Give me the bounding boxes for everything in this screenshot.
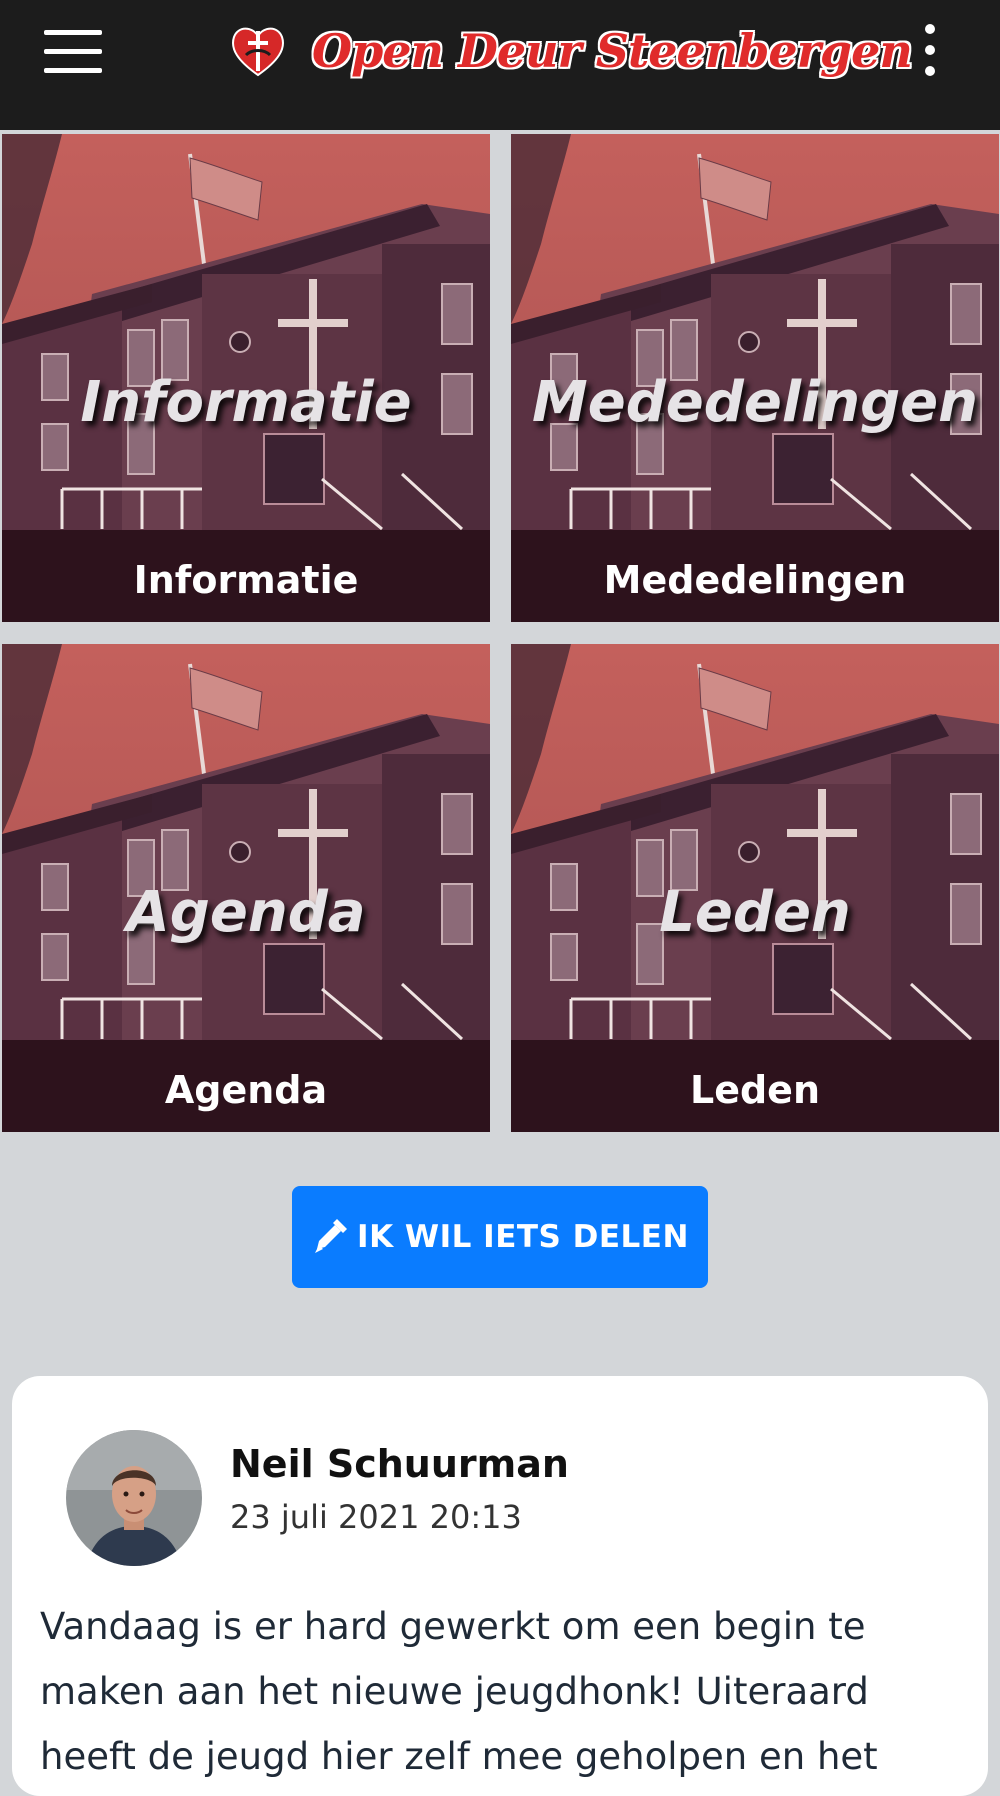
tile-image-title: Agenda [126,880,366,945]
vertical-dots-icon[interactable] [920,22,940,78]
pen-icon [315,1219,348,1253]
post-author[interactable]: Neil Schuurman [230,1442,569,1486]
top-app-bar: Open Deur Steenbergen [0,0,1000,130]
brand[interactable]: Open Deur Steenbergen [228,18,913,84]
heart-cross-logo [232,27,284,77]
tile-image-title: Informatie [80,370,412,435]
post-body: Vandaag is er hard gewerkt om een begin … [40,1605,878,1778]
share-button[interactable]: IK WIL IETS DELEN [292,1186,708,1288]
tile-mededelingen[interactable]: Mededelingen Mededelingen [511,134,999,622]
tile-caption: Leden [689,1068,820,1112]
tile-caption: Mededelingen [603,558,907,602]
tile-caption: Agenda [164,1068,328,1112]
tile-image-title: Mededelingen [531,370,979,435]
post-card: Neil Schuurman 23 juli 2021 20:13 Vandaa… [12,1376,988,1796]
app-title: Open Deur Steenbergen [312,24,913,78]
hamburger-menu-icon[interactable] [44,30,102,74]
tile-image-title: Leden [659,880,851,945]
tile-agenda[interactable]: Agenda Agenda [2,644,490,1132]
share-button-label: IK WIL IETS DELEN [357,1219,689,1255]
post-timestamp: 23 juli 2021 20:13 [230,1498,522,1536]
tile-caption: Informatie [133,558,359,602]
avatar[interactable] [66,1430,202,1566]
tile-informatie[interactable]: Informatie Informatie [2,134,490,622]
tile-leden[interactable]: Leden Leden [511,644,999,1132]
